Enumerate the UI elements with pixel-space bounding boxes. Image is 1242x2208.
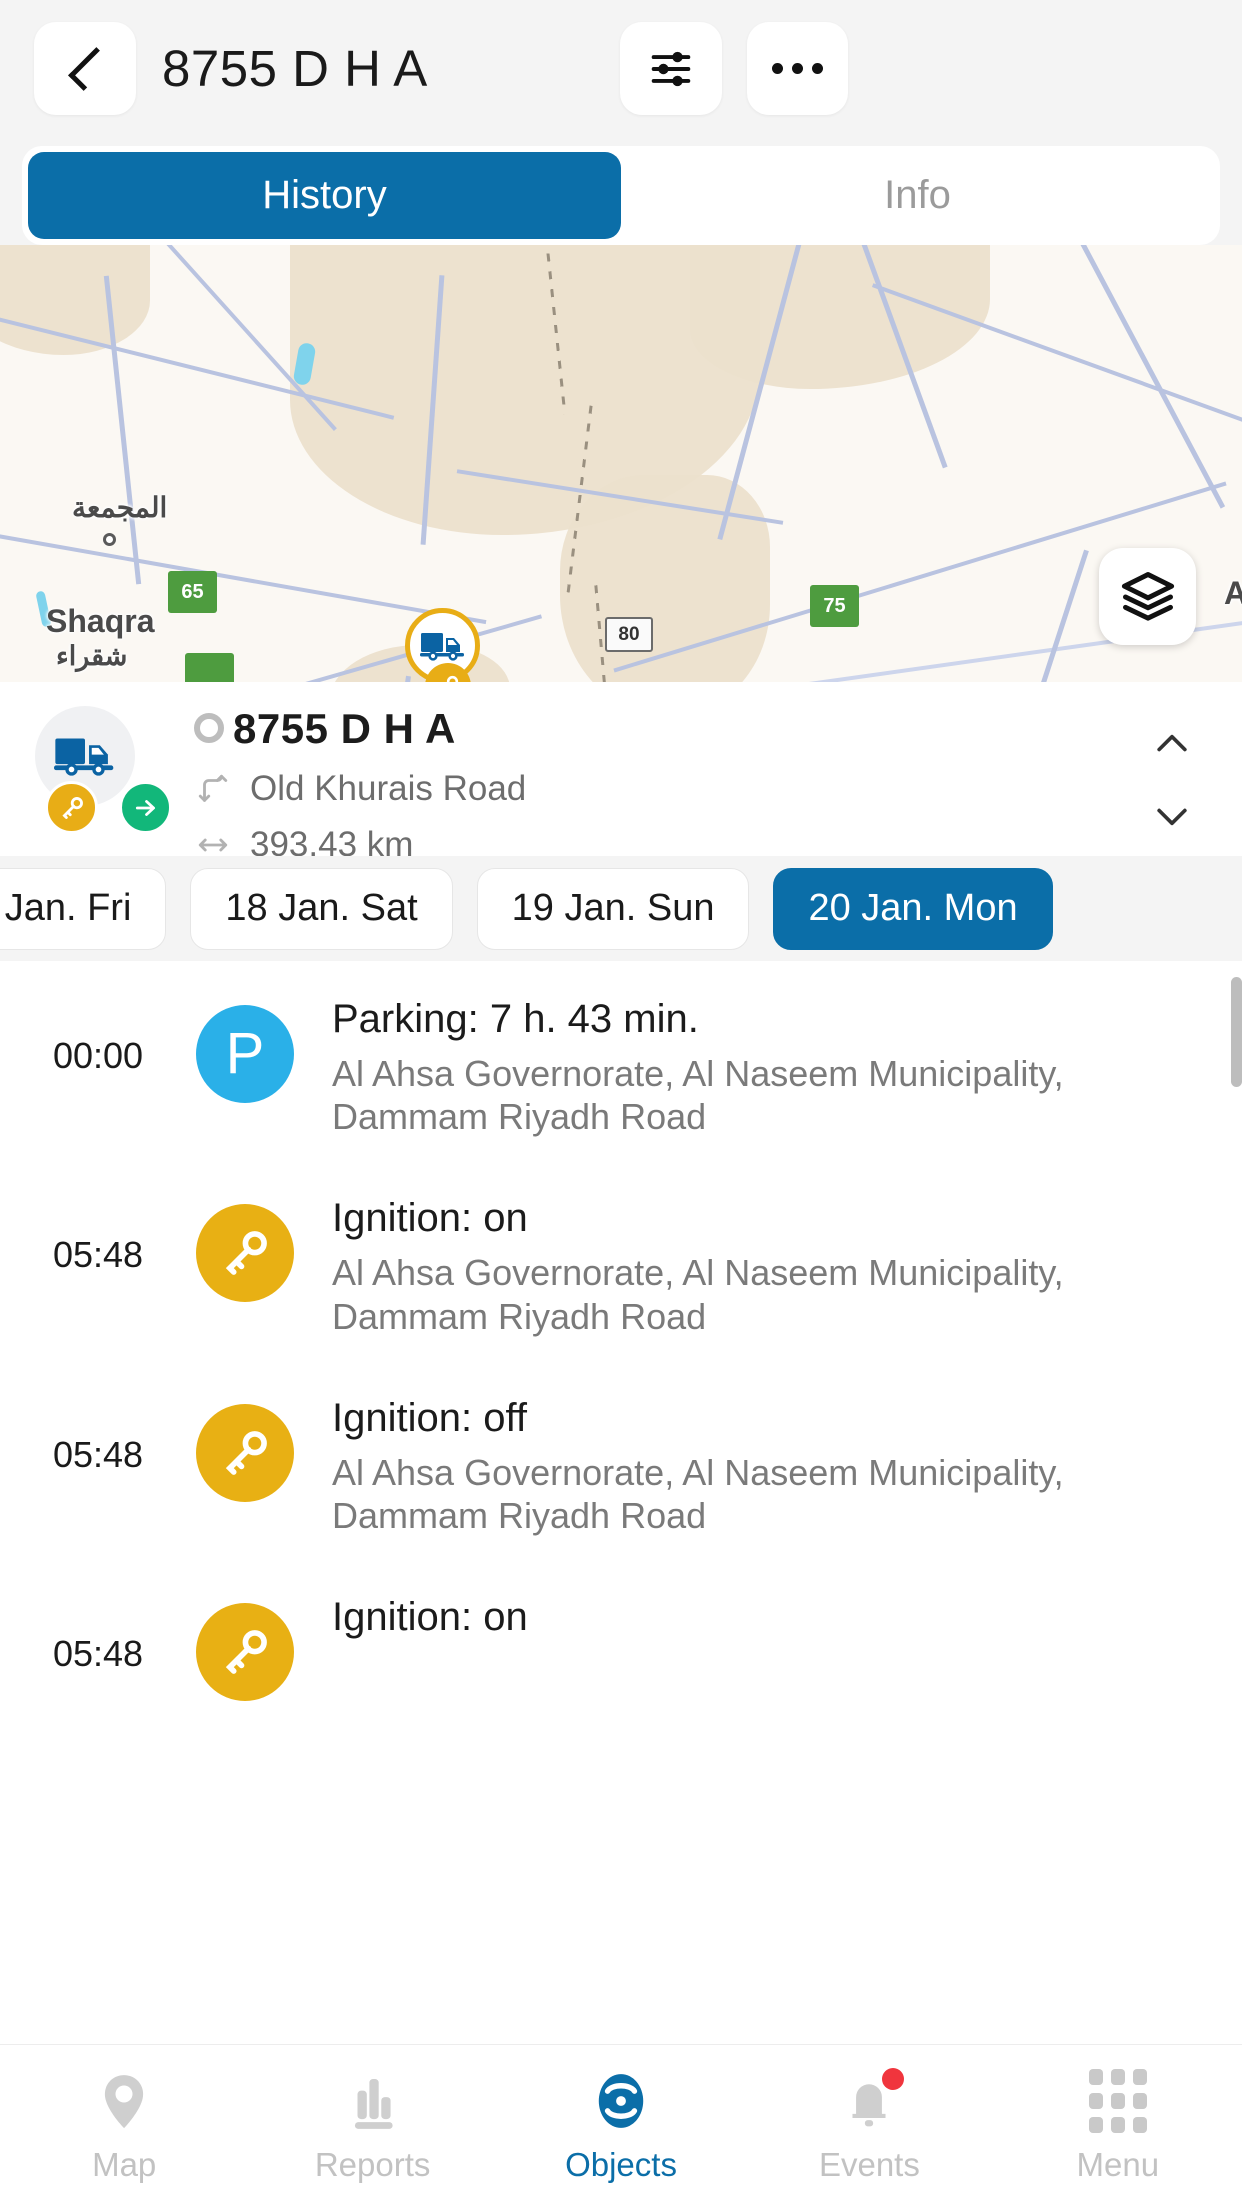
key-glyph-icon: [225, 1430, 267, 1475]
key-icon: [446, 675, 459, 682]
truck-icon: [54, 738, 114, 776]
map-place-label: A: [1224, 575, 1242, 611]
nav-item-map[interactable]: Map: [0, 2070, 248, 2184]
truck-icon: [419, 632, 464, 661]
page-title: 8755 D H A: [162, 40, 428, 97]
nav-label: Events: [818, 2145, 920, 2183]
nav-item-objects[interactable]: Objects: [497, 2070, 745, 2184]
bottom-navigation: Map Reports Objects Events Menu: [0, 2044, 1242, 2208]
event-list[interactable]: 00:00 P Parking: 7 h. 43 min. Al Ahsa Go…: [0, 961, 1242, 2044]
map-road-shield-number: 75: [823, 594, 846, 617]
event-title: Ignition: on: [332, 1595, 528, 1640]
list-item[interactable]: 00:00 P Parking: 7 h. 43 min. Al Ahsa Go…: [0, 961, 1242, 1160]
event-time: 05:48: [52, 1633, 144, 1675]
date-chip-19jan[interactable]: 19 Jan. Sun: [476, 867, 750, 950]
tab-history[interactable]: History: [28, 152, 621, 239]
map-road-shield: 80: [605, 617, 653, 652]
events-badge-dot: [882, 2067, 905, 2090]
chevron-left-icon: [67, 46, 112, 91]
map-road-shield: 75: [810, 585, 859, 627]
nav-label: Map: [92, 2145, 157, 2183]
vehicle-road-row: Old Khurais Road: [196, 769, 526, 809]
nav-item-events[interactable]: Events: [745, 2067, 993, 2184]
key-icon: [196, 1603, 294, 1702]
map-pin-icon: [93, 2070, 155, 2132]
map-road-shield-number: 65: [181, 580, 204, 603]
map-road-shield: 65: [168, 571, 217, 613]
app-root: 8755 D H A History Info المجمعة Shaqra ش…: [0, 0, 1242, 2208]
event-time: 05:48: [52, 1433, 144, 1475]
map-view[interactable]: المجمعة Shaqra شقراء Riyadh الرياض Dhurm…: [0, 245, 1242, 682]
list-item[interactable]: 05:48 Ignition: on: [0, 1559, 1242, 1755]
event-title: Ignition: on: [332, 1196, 528, 1241]
objects-icon: [590, 2070, 652, 2132]
parking-icon: P: [196, 1005, 294, 1103]
list-item[interactable]: 05:48 Ignition: on Al Ahsa Governorate, …: [0, 1160, 1242, 1359]
map-layers-button[interactable]: [1099, 548, 1196, 645]
bar-chart-icon: [342, 2070, 404, 2132]
collapse-button[interactable]: [1150, 722, 1194, 766]
back-button[interactable]: [34, 22, 136, 115]
grid-icon: [1087, 2068, 1149, 2133]
date-chip-20jan[interactable]: 20 Jan. Mon: [773, 867, 1053, 950]
key-glyph-icon: [225, 1231, 267, 1276]
map-place-label: شقراء: [56, 641, 128, 671]
event-body: Ignition: off Al Ahsa Governorate, Al Na…: [294, 1382, 1202, 1537]
status-circle-icon: [194, 713, 224, 743]
filter-button[interactable]: [620, 22, 722, 115]
list-item[interactable]: 05:48 Ignition: off Al Ahsa Governorate,…: [0, 1360, 1242, 1559]
map-road-shield-number: 80: [618, 623, 640, 645]
event-title: Parking: 7 h. 43 min.: [332, 997, 699, 1041]
nav-label: Menu: [1076, 2145, 1160, 2183]
vehicle-name: 8755 D H A: [233, 705, 456, 752]
key-icon: [196, 1204, 294, 1303]
vehicle-summary-card[interactable]: 8755 D H A Old Khurais Road 393.43 km: [0, 682, 1242, 864]
bell-icon: [838, 2067, 905, 2132]
nav-label: Reports: [314, 2145, 431, 2183]
date-chip-18jan[interactable]: 18 Jan. Sat: [190, 867, 453, 950]
event-time: 00:00: [52, 1035, 144, 1076]
event-description: Al Ahsa Governorate, Al Naseem Municipal…: [332, 1053, 1064, 1138]
map-place-label: Shaqra: [46, 603, 155, 639]
map-road-shield: [185, 653, 234, 682]
vehicle-moving-badge: [119, 781, 172, 834]
event-description: Al Ahsa Governorate, Al Naseem Municipal…: [332, 1451, 1064, 1536]
map-city-dot: [103, 533, 116, 546]
key-glyph-icon: [225, 1630, 267, 1675]
nav-item-menu[interactable]: Menu: [994, 2068, 1242, 2184]
vehicle-key-badge: [45, 781, 98, 834]
layers-icon: [1121, 571, 1174, 621]
expand-button[interactable]: [1150, 794, 1194, 838]
road-icon: [198, 774, 228, 802]
more-options-button[interactable]: [747, 22, 848, 115]
tab-info[interactable]: Info: [621, 152, 1214, 239]
event-body: Ignition: on Al Ahsa Governorate, Al Nas…: [294, 1182, 1202, 1337]
event-body: Ignition: on: [294, 1581, 1202, 1650]
event-time: 05:48: [52, 1234, 144, 1276]
event-description: Al Ahsa Governorate, Al Naseem Municipal…: [332, 1252, 1064, 1337]
nav-item-reports[interactable]: Reports: [248, 2070, 496, 2184]
arrow-right-icon: [135, 799, 155, 816]
map-place-label: المجمعة: [72, 492, 168, 523]
date-chip-17jan[interactable]: 7 Jan. Fri: [0, 867, 167, 950]
map-vehicle-marker[interactable]: [405, 608, 480, 682]
event-title: Ignition: off: [332, 1395, 527, 1440]
vehicle-road-text: Old Khurais Road: [250, 769, 527, 808]
key-icon: [61, 796, 83, 819]
event-body: Parking: 7 h. 43 min. Al Ahsa Governorat…: [294, 983, 1202, 1138]
date-selector[interactable]: 7 Jan. Fri 18 Jan. Sat 19 Jan. Sun 20 Ja…: [0, 856, 1242, 961]
parking-letter: P: [225, 1021, 265, 1086]
tab-bar: History Info: [22, 146, 1220, 245]
ellipsis-icon: [772, 63, 823, 74]
sliders-icon: [651, 51, 691, 86]
nav-label: Objects: [565, 2145, 677, 2183]
key-icon: [196, 1403, 294, 1502]
